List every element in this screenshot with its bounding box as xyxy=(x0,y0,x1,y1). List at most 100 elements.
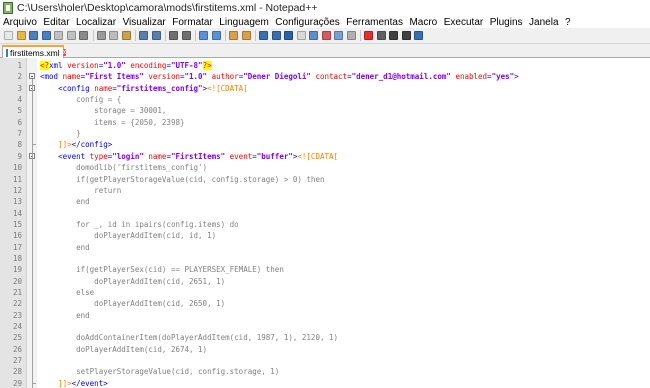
open-file-icon[interactable] xyxy=(16,31,26,40)
redo-icon[interactable] xyxy=(151,31,161,40)
code-line[interactable]: 26 doPlayerAddItem(cid, 2674, 1) xyxy=(0,344,650,355)
menu-1[interactable]: Editar xyxy=(43,17,69,28)
code-line[interactable]: 15 for _, id in ipairs(config.items) do xyxy=(0,219,650,230)
sync-v-icon[interactable] xyxy=(229,31,238,40)
code-line[interactable]: 11 if(getPlayerStorageValue(cid, config.… xyxy=(0,174,650,185)
code-line[interactable]: 18 xyxy=(0,253,650,264)
code-token: ]]> xyxy=(58,140,72,150)
menu-7[interactable]: Ferramentas xyxy=(346,17,403,28)
code-line[interactable]: 7 } xyxy=(0,128,650,139)
code-line[interactable]: 1 <?xml version="1.0" encoding="UTF-8"?> xyxy=(0,60,650,71)
close-icon[interactable] xyxy=(54,31,63,40)
code-line[interactable]: 17 end xyxy=(0,242,650,253)
code-line[interactable]: 9 <event type="login" name="FirstItems" … xyxy=(0,151,650,162)
code-token: "FirstItems" xyxy=(170,151,226,161)
code-token: <? xyxy=(40,61,50,70)
menu-10[interactable]: Plugins xyxy=(490,17,523,28)
line-number: 19 xyxy=(12,265,22,275)
code-line[interactable]: 16 doPlayerAddItem(cid, id, 1) xyxy=(0,230,650,241)
replace-icon[interactable] xyxy=(181,31,191,40)
monitor-icon[interactable] xyxy=(346,31,356,40)
code-line[interactable]: 19 if(getPlayerSex(cid) == PLAYERSEX_FEM… xyxy=(0,264,650,275)
undo-icon[interactable] xyxy=(139,31,148,40)
paste-icon[interactable] xyxy=(121,31,131,40)
save-macro-icon[interactable] xyxy=(414,31,423,40)
save-icon[interactable] xyxy=(29,31,38,40)
folder-workspace-icon[interactable] xyxy=(334,31,343,40)
code-line[interactable]: 27 xyxy=(0,355,650,366)
cut-icon[interactable] xyxy=(96,31,106,40)
code-token: "UTF-8" xyxy=(170,61,203,70)
code-line[interactable]: 14 xyxy=(0,208,650,219)
code-line[interactable]: 24 xyxy=(0,321,650,332)
menu-8[interactable]: Macro xyxy=(409,17,437,28)
play-macro-icon[interactable] xyxy=(389,31,398,40)
menu-12[interactable]: ? xyxy=(565,17,571,28)
code-line[interactable]: 10 domodlib('firstitems_config') xyxy=(0,162,650,173)
fold-guide xyxy=(32,158,33,383)
code-text: <config name="firstitems_config"><![CDAT… xyxy=(40,83,248,94)
tab-close-icon[interactable]: x xyxy=(62,49,67,56)
record-macro-icon[interactable] xyxy=(364,31,373,40)
line-number: 16 xyxy=(12,231,22,241)
code-line[interactable]: 4 config = { xyxy=(0,94,650,105)
code-line[interactable]: 29 ]]></event> xyxy=(0,378,650,388)
code-line[interactable]: 6 items = {2050, 2398} xyxy=(0,117,650,128)
code-token: type xyxy=(89,151,108,161)
fold-end-marker xyxy=(32,144,36,146)
code-line[interactable]: 2 <mod name="First Items" version="1.0" a… xyxy=(0,71,650,82)
code-line[interactable]: 25 doAddContainerItem(doPlayerAddItem(ci… xyxy=(0,332,650,343)
code-line[interactable]: 8 ]]></config> xyxy=(0,139,650,150)
save-all-icon[interactable] xyxy=(41,31,51,40)
code-token: name xyxy=(148,151,167,161)
close-all-icon[interactable] xyxy=(66,31,76,40)
code-text: items = {2050, 2398} xyxy=(40,117,184,128)
menu-2[interactable]: Localizar xyxy=(76,17,116,28)
code-line[interactable]: 20 doPlayerAddItem(cid, 2651, 1) xyxy=(0,276,650,287)
menu-5[interactable]: Linguagem xyxy=(219,17,268,28)
indent-guide-icon[interactable] xyxy=(284,31,293,40)
code-line[interactable]: 21 else xyxy=(0,287,650,298)
code-editor[interactable]: 1 <?xml version="1.0" encoding="UTF-8"?> 2… xyxy=(0,58,650,388)
code-token: if(getPlayerStorageValue(cid, config.sto… xyxy=(40,174,325,184)
code-token: } xyxy=(40,129,81,139)
line-number: 13 xyxy=(12,197,22,207)
code-line[interactable]: 28 setPlayerStorageValue(cid, config.sto… xyxy=(0,366,650,377)
code-text: end xyxy=(40,242,90,253)
code-text: doPlayerAddItem(cid, 2650, 1) xyxy=(40,298,225,309)
code-token: contact xyxy=(315,72,348,82)
run-macro-icon[interactable] xyxy=(401,31,411,40)
menu-3[interactable]: Visualizar xyxy=(123,17,166,28)
show-all-icon[interactable] xyxy=(271,31,281,40)
doc-map-icon[interactable] xyxy=(309,31,318,40)
print-icon[interactable] xyxy=(79,31,88,40)
code-line[interactable]: 5 storage = 30001, xyxy=(0,105,650,116)
tab-firstitems-xml[interactable]: firstitems.xml x xyxy=(2,45,67,58)
lang-icon[interactable] xyxy=(296,31,306,40)
stop-macro-icon[interactable] xyxy=(376,31,386,40)
code-line[interactable]: 3 <config name="firstitems_config"><![CD… xyxy=(0,83,650,94)
zoom-in-icon[interactable] xyxy=(199,31,208,40)
zoom-out-icon[interactable] xyxy=(211,31,221,40)
code-token: </event> xyxy=(71,378,108,388)
code-line[interactable]: 12 return xyxy=(0,185,650,196)
new-file-icon[interactable] xyxy=(4,31,13,40)
code-line[interactable]: 23 end xyxy=(0,310,650,321)
word-wrap-icon[interactable] xyxy=(259,31,268,40)
line-number: 9 xyxy=(17,151,22,161)
menu-11[interactable]: Janela xyxy=(529,17,558,28)
line-number: 17 xyxy=(12,242,22,252)
menu-4[interactable]: Formatar xyxy=(172,17,213,28)
code-line[interactable]: 13 end xyxy=(0,196,650,207)
sync-h-icon[interactable] xyxy=(241,31,251,40)
menu-6[interactable]: Configurações xyxy=(275,17,339,28)
code-token: "firstitems_config" xyxy=(116,83,203,93)
menu-0[interactable]: Arquivo xyxy=(3,17,37,28)
menu-9[interactable]: Executar xyxy=(444,17,483,28)
code-line[interactable]: 22 doPlayerAddItem(cid, 2650, 1) xyxy=(0,298,650,309)
find-icon[interactable] xyxy=(169,31,178,40)
code-token: else xyxy=(40,288,95,297)
copy-icon[interactable] xyxy=(109,31,118,40)
function-list-icon[interactable] xyxy=(321,31,331,40)
